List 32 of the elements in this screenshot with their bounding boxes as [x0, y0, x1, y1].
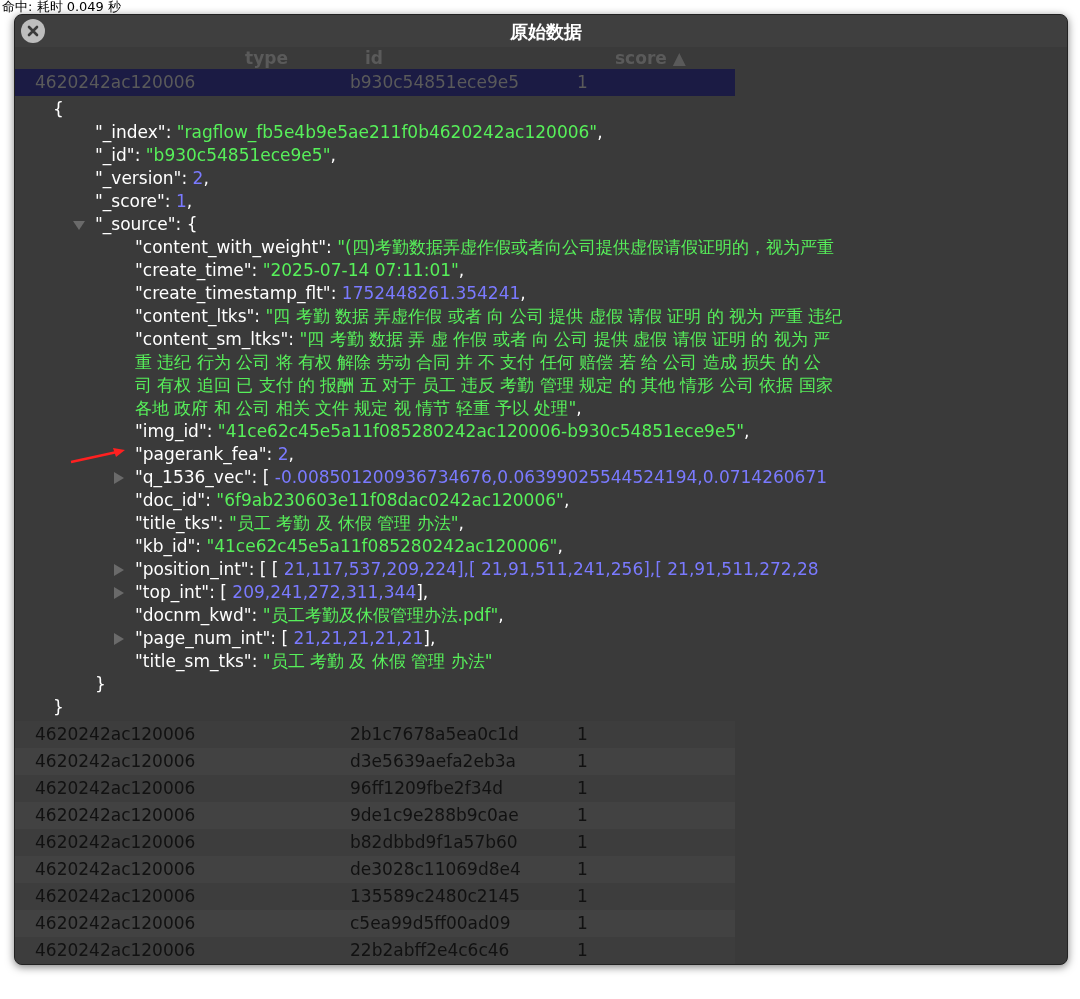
json-entry: "title_tks": "员工 考勤 及 休假 管理 办法",	[135, 513, 464, 533]
closing-brace: }	[53, 697, 64, 717]
json-entry: "pagerank_fea": 2,	[135, 444, 294, 464]
json-entry: "_index": "ragflow_fb5e4b9e5ae211f0b4620242ac120006",	[95, 122, 603, 142]
json-entry: "_score": 1,	[95, 191, 193, 211]
window-title: 原始数据	[510, 19, 582, 44]
close-button[interactable]	[21, 19, 45, 43]
json-entry: "content_with_weight": "(四)考勤数据弄虚作假或者向公司提供虚假请假证明的，视为严重	[135, 237, 835, 257]
json-entry: "page_num_int": [ 21,21,21,21,21],	[135, 627, 436, 650]
table-cell-text: b930c54851ece9e5	[350, 70, 520, 94]
closing-brace: }	[95, 674, 106, 694]
table-cell-text: 4620242ac120006	[35, 70, 196, 94]
json-entry: "content_ltks": "四 考勤 数据 弄虚作假 或者 向 公司 提供 虚假 请假 证明 的 视为 严重 违纪	[135, 306, 842, 326]
json-entry: "create_timestamp_flt": 1752448261.354241,	[135, 283, 526, 303]
close-icon	[27, 25, 39, 37]
json-entry: "doc_id": "6f9ab230603e11f08dac0242ac120006",	[135, 490, 570, 510]
table-row[interactable]: 4620242ac120006 b930c54851ece9e5 1	[15, 69, 735, 96]
json-entry: "top_int": [ 209,241,272,311,344],	[135, 581, 429, 604]
json-entry: "_version": 2,	[95, 168, 209, 188]
json-entry: "_source": {	[95, 213, 198, 236]
json-entry: "content_sm_ltks": "四 考勤 数据 弄 虚 作假 或者 向 公司 提供 虚假 请假 证明 的 视为 严 重 违纪 行为 公司 将 有权 解除 劳动 合同 并 不 支付 任何 赔偿 若 给 公司 造成 损失 的 公 司 有权 追回 已 支付 的 报酬 五 对于 员工 违反 考勤 管理 规定 的 其他 情形 公司 依据 国家 各地 政府 和 公司 相关 文件 规定 视 情节 轻重 予以 处理",	[135, 329, 833, 418]
json-entry: "docnm_kwd": "员工考勤及休假管理办法.pdf",	[135, 605, 504, 625]
opening-brace: {	[53, 99, 64, 119]
status-text: 命中: 耗时 0.049 秒	[2, 0, 121, 14]
table-cell-text: 1	[577, 70, 588, 94]
json-entry: "create_time": "2025-07-14 07:11:01",	[135, 260, 465, 280]
json-entry: "kb_id": "41ce62c45e5a11f085280242ac120006",	[135, 536, 563, 556]
json-entry: "q_1536_vec": [ -0.008501200936734676,0.06399025544524194,0.0714260671	[135, 466, 828, 489]
json-entry: "position_int": [ [ 21,117,537,209,224],[ 21,91,511,241,256],[ 21,91,511,272,28	[135, 558, 819, 581]
json-entry: "img_id": "41ce62c45e5a11f085280242ac120006-b930c54851ece9e5",	[135, 421, 750, 441]
json-entry: "title_sm_tks": "员工 考勤 及 休假 管理 办法"	[135, 651, 493, 671]
json-entry: "_id": "b930c54851ece9e5",	[95, 145, 336, 165]
